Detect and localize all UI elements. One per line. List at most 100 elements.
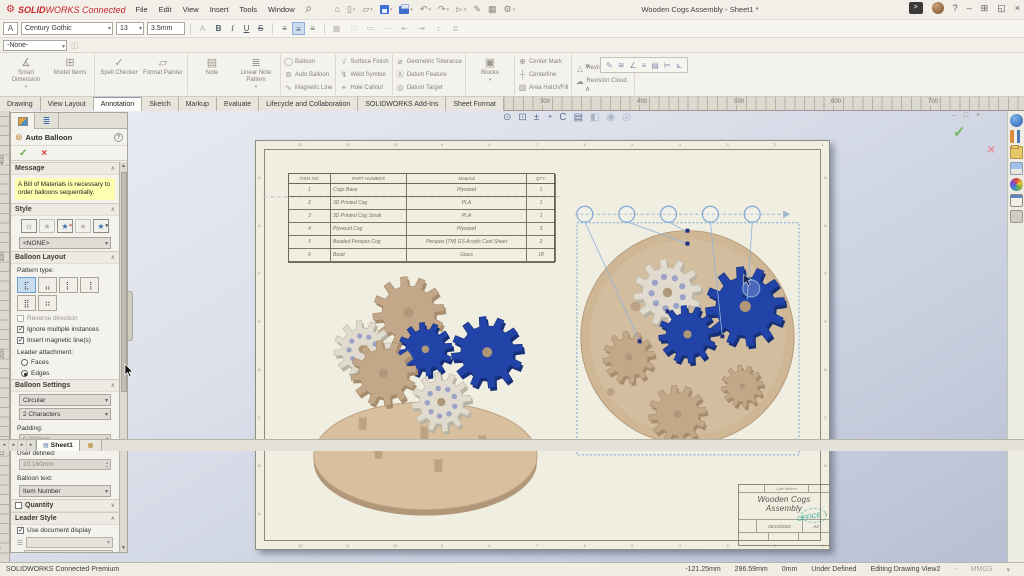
align-left-button[interactable]: ≡ [278,22,291,35]
ribbon-overflow-icon[interactable]: » [585,61,589,70]
font-color-icon[interactable]: A [196,24,209,33]
ribbon-button-datum-feature[interactable]: ⒶDatum Feature [396,69,462,81]
pattern-around[interactable]: ⣿ [17,295,36,311]
ribbon-button-geometric-tolerance[interactable]: ⌀Geometric Tolerance [396,56,462,68]
ribbon-button-area-hatch-fill[interactable]: ▨Area Hatch/Fill [518,82,568,94]
paragraph-tool-icon[interactable]: ≔ [364,24,377,33]
ribbon-button-magnetic-line[interactable]: ∿Magnetic Line [284,82,332,94]
ribbon-button-balloon[interactable]: ◯Balloon [284,56,332,68]
paragraph-tool-icon[interactable]: ⇤ [398,24,411,33]
leader-handle[interactable] [720,334,724,338]
ribbon-button-weld-symbol[interactable]: ↯Weld Symbol [339,69,388,81]
pack-and-go-icon[interactable] [1010,210,1023,223]
pattern-bottom[interactable]: ⣤ [38,277,57,293]
home-icon[interactable]: ⌂ [335,5,340,14]
panel-resize-handle[interactable] [128,291,133,341]
markup-tool-icon[interactable]: ▤ [651,61,659,70]
tab-sketch[interactable]: Sketch [142,97,178,111]
ribbon-button-revision-cloud[interactable]: ☁Revision Cloud [575,75,631,87]
custom-properties-icon[interactable] [1010,194,1023,207]
balloon-text-select[interactable]: Item Number [19,485,111,497]
admin-portal-icon[interactable]: > [909,2,923,14]
doc-minimize-icon[interactable]: – [952,112,956,119]
markup-tool-icon[interactable]: ✎ [606,61,613,70]
balloon-size-select[interactable]: 2 Characters [19,408,111,420]
underline-button[interactable]: U [240,22,253,35]
paragraph-tool-icon[interactable]: ∷ [347,24,360,33]
tab-view-layout[interactable]: View Layout [41,97,94,111]
leader-handle[interactable] [685,229,689,233]
doc-close-icon[interactable]: × [976,112,980,119]
new-document-icon[interactable]: ▯▾ [347,5,355,14]
message-section-header[interactable]: Message∧ [11,162,119,175]
tab-markup[interactable]: Markup [179,97,217,111]
prev-sheet-icon[interactable]: ◂ [9,440,18,451]
markup-tool-icon[interactable]: ⊨ [664,61,671,70]
save-icon[interactable]: ▾ [380,5,393,14]
confirmation-ok-icon[interactable]: ✓ [953,123,966,141]
line-style-select[interactable] [26,537,113,548]
zoom-area-icon[interactable]: ⊡ [518,113,526,123]
menu-view[interactable]: View [183,5,199,14]
sketch-icon[interactable]: ✎ [473,5,481,14]
pin-icon[interactable]: ⚲ [302,4,312,15]
balloon[interactable] [702,206,718,222]
pattern-right[interactable]: ⢸ [80,277,99,293]
balloon[interactable] [661,206,677,222]
panel-scrollbar[interactable]: ▲ ▼ [119,162,127,552]
pattern-square[interactable]: ⣏ [17,277,36,293]
help-icon[interactable]: ? [953,3,958,13]
drawing-sheet[interactable]: ITEM NO.PART NUMBERMaterialQTY.1Cogs Bas… [255,140,830,550]
tab-lifecycle-and-collaboration[interactable]: Lifecycle and Collaboration [259,97,358,111]
file-explorer-icon[interactable] [1010,146,1023,159]
confirmation-cancel-icon[interactable]: × [987,141,995,157]
ribbon-button-auto-balloon[interactable]: ⊚Auto Balloon [284,69,332,81]
restore-icon[interactable]: ◱ [997,3,1006,14]
markup-tool-icon[interactable]: ≡ [642,61,647,70]
ribbon-button-datum-target[interactable]: ◎Datum Target [396,82,462,94]
scroll-down-icon[interactable]: ▼ [120,544,127,552]
balloon-leader[interactable] [669,222,687,232]
save-style-button[interactable]: ★ [75,219,91,233]
checkbox-insert-magnetic-line-s-[interactable]: Insert magnetic line(s) [11,335,119,346]
leader-handle[interactable] [638,339,642,343]
radio-faces[interactable]: Faces [11,357,119,368]
redo-icon[interactable]: ↷▾ [438,5,449,14]
spinner-icon[interactable]: ▴▾ [106,461,108,469]
minimize-icon[interactable]: – [967,3,972,13]
resources-icon[interactable] [1010,114,1023,127]
pattern-left[interactable]: ⡇ [59,277,78,293]
font-select[interactable]: Century Gothic [21,22,113,35]
load-style-button[interactable]: ★▾ [93,219,109,233]
ribbon-button-center-mark[interactable]: ⊕Center Mark [518,56,568,68]
user-avatar[interactable] [932,2,944,14]
rotate-view-icon[interactable]: ◔ [546,113,552,123]
ribbon-button-surface-finish[interactable]: √Surface Finish [339,56,388,68]
tab-evaluate[interactable]: Evaluate [217,97,259,111]
print-icon[interactable]: ▾ [399,6,413,14]
leader-handle[interactable] [666,309,670,313]
add-style-button[interactable]: ★ [39,219,55,233]
select-icon[interactable]: ▻▾ [456,5,466,14]
balloon-style-select[interactable]: Circular [19,394,111,406]
radio-edges[interactable]: Edges [11,368,119,379]
use-document-display-checkbox[interactable]: Use document display [11,525,119,536]
user-defined-field[interactable]: 10.160mm▴▾ [19,459,111,470]
paragraph-tool-icon[interactable]: ▦ [330,24,343,33]
ribbon-collapse-icon[interactable]: ∧ [585,85,590,93]
checkbox-ignore-multiple-instances[interactable]: Ignore multiple instances [11,324,119,335]
close-icon[interactable]: × [1015,3,1020,13]
tab-sheet-format[interactable]: Sheet Format [446,97,503,111]
quantity-section-header[interactable]: Quantity ∨ [11,499,119,512]
ribbon-button-blocks[interactable]: ▣Blocks▾ [469,54,511,95]
first-sheet-icon[interactable]: ◂ [0,440,9,451]
leader-handle[interactable] [685,242,689,246]
create-style-button[interactable]: ☆ [21,219,37,233]
pattern-circular[interactable]: ⠶ [38,295,57,311]
paragraph-tool-icon[interactable]: ↕ [432,24,445,33]
scrollbar-thumb[interactable] [121,172,127,392]
paragraph-tool-icon[interactable]: ⋯ [381,24,394,33]
bom-table[interactable]: ITEM NO.PART NUMBERMaterialQTY.1Cogs Bas… [288,173,555,263]
title-block[interactable]: Lyle Wilson Wooden Cogs Assembly OFFICE … [738,484,830,546]
ribbon-button-format-painter[interactable]: ▱Format Painter [142,54,184,95]
